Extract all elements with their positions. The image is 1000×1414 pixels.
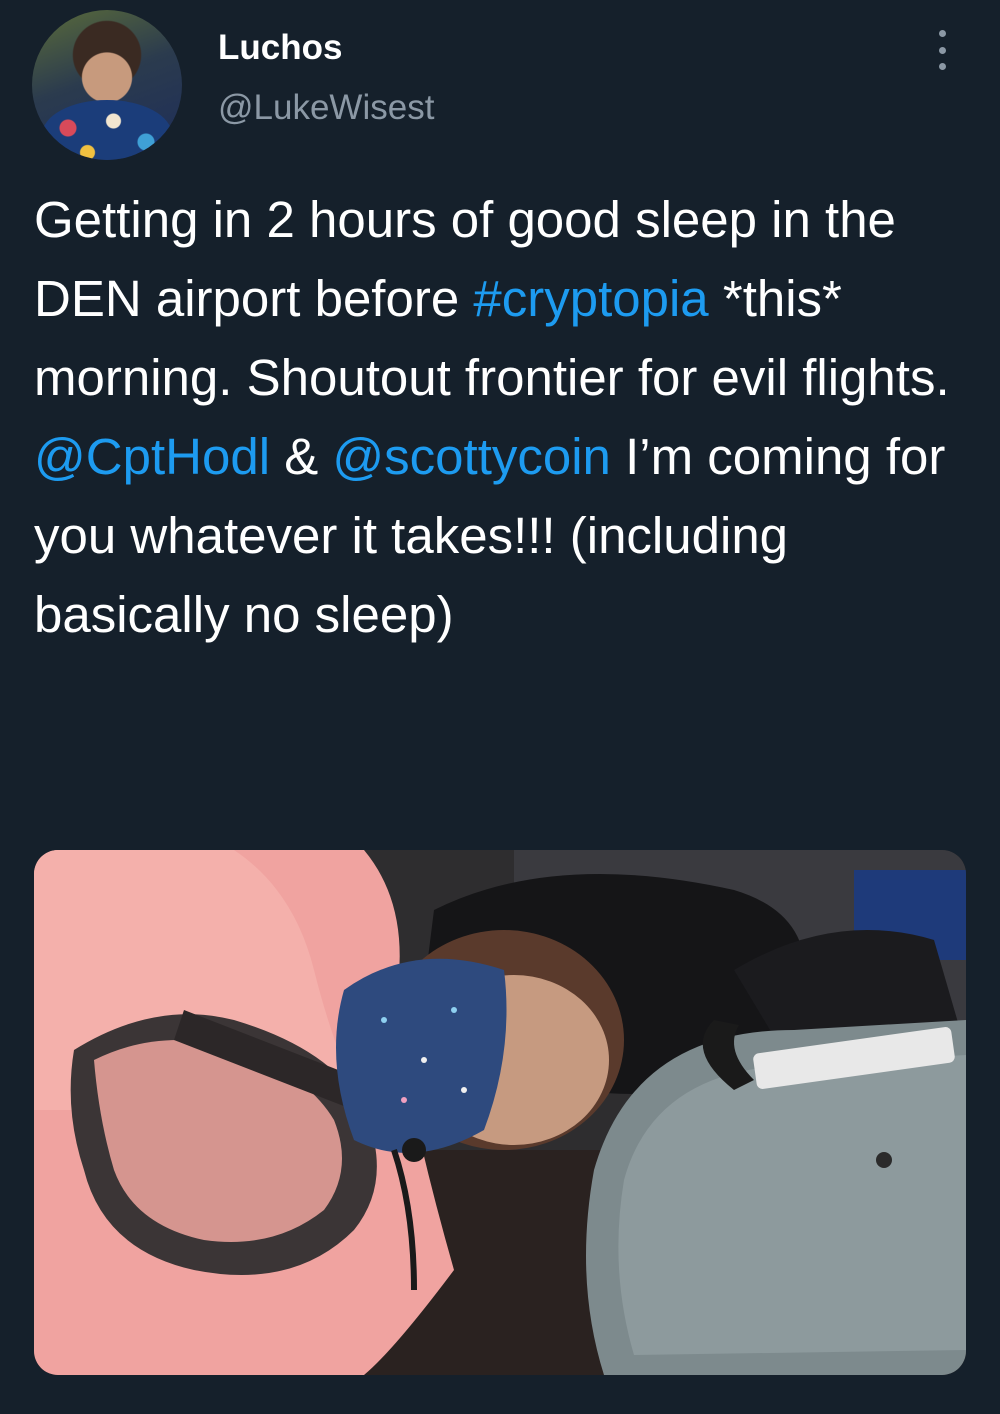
tweet-photo[interactable]: [34, 850, 966, 1375]
photo-illustration: [34, 850, 966, 1375]
mention-link[interactable]: @CptHodl: [34, 428, 270, 485]
more-vertical-icon-dot: [938, 63, 946, 70]
avatar[interactable]: [32, 10, 182, 160]
mention-link[interactable]: @scottycoin: [332, 428, 611, 485]
user-handle[interactable]: @LukeWisest: [218, 86, 434, 130]
tweet[interactable]: Luchos @LukeWisest Getting in 2 hours of…: [0, 0, 1000, 1414]
more-options-button[interactable]: [926, 28, 958, 72]
tweet-text: Getting in 2 hours of good sleep in the …: [34, 180, 974, 654]
hashtag-link[interactable]: #cryptopia: [473, 270, 708, 327]
more-vertical-icon-dot: [938, 46, 946, 54]
avatar-shirt: [42, 100, 172, 160]
more-vertical-icon: [938, 30, 946, 37]
display-name[interactable]: Luchos: [218, 26, 342, 70]
tweet-text-segment: &: [270, 428, 333, 485]
